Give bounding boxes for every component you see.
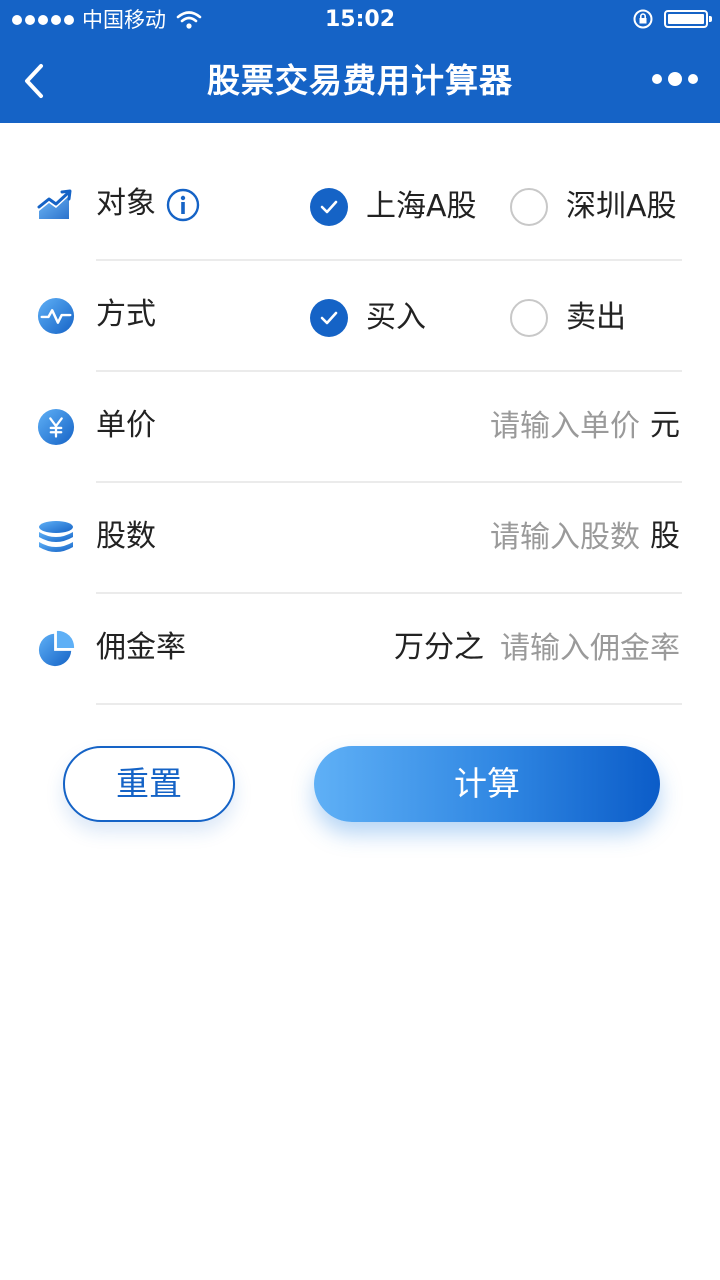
- trend-chart-icon: [37, 185, 75, 225]
- info-icon[interactable]: [166, 188, 200, 222]
- radio-unchecked-icon: [510, 188, 548, 226]
- radio-label: 上海A股: [366, 189, 477, 224]
- price-unit: 元: [650, 408, 680, 443]
- commission-field-wrap: 万分之: [394, 626, 680, 670]
- calculate-button[interactable]: 计算: [314, 746, 660, 822]
- commission-input[interactable]: [494, 626, 680, 670]
- page-title: 股票交易费用计算器: [207, 61, 513, 100]
- price-label: 单价: [96, 408, 156, 443]
- more-dot-icon: [652, 74, 662, 84]
- divider: [96, 703, 682, 705]
- form-row-commission: 佣金率 万分之: [0, 594, 720, 705]
- commission-label: 佣金率: [96, 630, 186, 665]
- radio-checked-icon: [310, 188, 348, 226]
- yuan-coin-icon: [37, 407, 75, 447]
- form-row-shares: 股数 股: [0, 483, 720, 594]
- nav-bar: 股票交易费用计算器: [0, 40, 720, 123]
- coin-stack-icon: [37, 518, 75, 558]
- shares-label: 股数: [96, 519, 156, 554]
- price-input[interactable]: [480, 404, 640, 448]
- form-row-price: 单价 元: [0, 372, 720, 483]
- target-label: 对象: [96, 186, 156, 221]
- method-label: 方式: [96, 297, 156, 332]
- form-row-target: 对象 上海A股 深圳A股: [0, 150, 720, 261]
- form-row-method: 方式 买入 卖出: [0, 261, 720, 372]
- radio-checked-icon: [310, 299, 348, 337]
- pulse-wave-icon: [37, 296, 75, 336]
- battery-icon: [664, 10, 712, 28]
- radio-label: 卖出: [566, 300, 626, 335]
- radio-unchecked-icon: [510, 299, 548, 337]
- status-bar-right: [632, 8, 712, 30]
- radio-buy[interactable]: 买入: [310, 296, 426, 340]
- status-time: 15:02: [324, 7, 396, 32]
- commission-prefix: 万分之: [394, 630, 484, 665]
- status-bar: 中国移动 15:02: [0, 0, 720, 40]
- price-field-wrap: 元: [480, 404, 680, 448]
- shares-input[interactable]: [480, 515, 640, 559]
- reset-button[interactable]: 重置: [63, 746, 235, 822]
- more-dot-icon: [668, 72, 682, 86]
- radio-label: 买入: [366, 300, 426, 335]
- pie-chart-icon: [37, 629, 75, 669]
- radio-shanghai-a[interactable]: 上海A股: [310, 185, 477, 229]
- radio-label: 深圳A股: [566, 189, 677, 224]
- shares-field-wrap: 股: [480, 515, 680, 559]
- radio-sell[interactable]: 卖出: [510, 296, 626, 340]
- orientation-lock-icon: [633, 9, 653, 29]
- more-dot-icon: [688, 74, 698, 84]
- shares-unit: 股: [650, 519, 680, 554]
- radio-shenzhen-a[interactable]: 深圳A股: [510, 185, 677, 229]
- more-menu-button[interactable]: [652, 72, 698, 86]
